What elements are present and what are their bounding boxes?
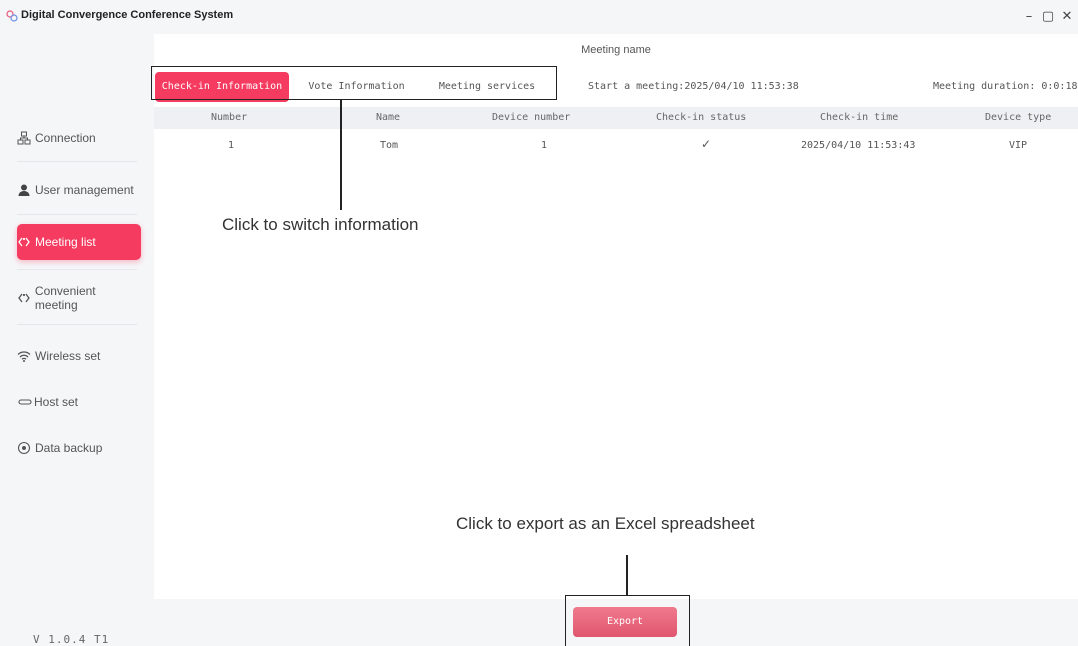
network-icon [17,131,31,145]
wifi-icon [17,351,31,362]
app-title: Digital Convergence Conference System [21,9,234,21]
callout-export: Click to export as an Excel spreadsheet [456,514,755,533]
sidebar-item-label: Host set [34,395,79,409]
tabs-highlight-box [151,66,557,100]
host-icon [18,399,32,405]
column-header: Name [376,112,401,123]
column-header: Check-in status [656,112,747,123]
callout-line [340,100,342,210]
cell-check-in-time: 2025/04/10 11:53:43 [801,140,916,151]
sidebar-item-label: Wireless set [35,349,101,363]
divider [17,214,137,215]
sidebar-item-label: Meeting list [35,235,96,249]
version-label: V 1.0.4 T1 [33,633,110,646]
column-header: Device type [985,112,1052,123]
sidebar-item-meeting-list[interactable]: Meeting list [17,224,141,260]
callout-switch-information: Click to switch information [222,215,419,234]
export-button[interactable]: Export [573,607,677,637]
cell-device-type: VIP [1009,140,1028,151]
sidebar-item-label: User management [35,183,134,197]
meeting-start-time: Start a meeting:2025/04/10 11:53:38 [588,81,799,92]
app-logo-icon [6,10,18,22]
check-icon: ✓ [701,137,712,151]
callout-line [626,555,628,595]
sidebar-item-data-backup[interactable]: Data backup [17,430,141,466]
sidebar-item-connection[interactable]: Connection [17,120,141,156]
sidebar-item-label: Data backup [35,441,103,455]
cell-number: 1 [228,140,235,151]
divider [17,269,137,270]
sidebar-item-host-set[interactable]: Host set [17,384,141,420]
backup-icon [17,441,31,455]
user-icon [18,184,30,196]
sidebar-item-user-management[interactable]: User management [17,172,141,208]
title-bar: Digital Convergence Conference System – … [0,0,1078,34]
sidebar-item-label: Connection [35,131,96,145]
sidebar-item-label: Convenient meeting [34,284,96,312]
minimize-button[interactable]: – [1019,8,1039,26]
table-row[interactable]: 1 Tom 1 ✓ 2025/04/10 11:53:43 VIP [154,135,1078,157]
meeting-icon [18,293,30,303]
sidebar: Connection User management Meeting list … [0,34,154,646]
table-header: Number Name Device number Check-in statu… [154,107,1078,129]
meeting-name: Meeting name [581,44,651,56]
column-header: Check-in time [820,112,899,123]
cell-name: Tom [380,140,399,151]
maximize-button[interactable]: ▢ [1038,8,1058,26]
sidebar-item-convenient-meeting[interactable]: Convenient meeting [17,280,141,316]
column-header: Device number [492,112,571,123]
divider [17,161,137,162]
close-button[interactable]: ✕ [1057,8,1077,26]
meeting-icon [18,237,30,247]
cell-device-number: 1 [541,140,548,151]
divider [17,324,137,325]
column-header: Number [211,112,248,123]
meeting-duration: Meeting duration: 0:0:18 [933,81,1078,92]
sidebar-item-wireless-set[interactable]: Wireless set [17,338,141,374]
